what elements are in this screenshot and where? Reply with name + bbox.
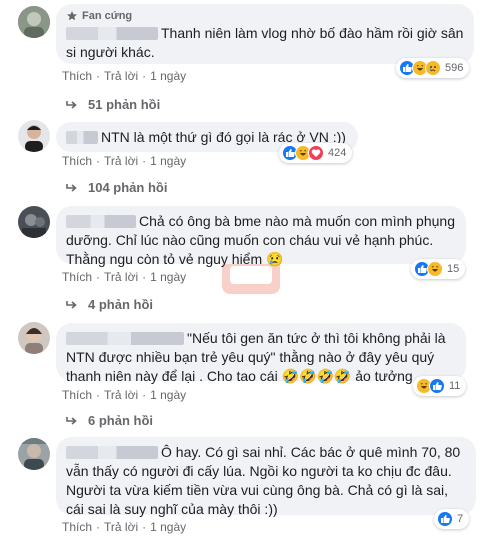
commenter-name-blurred[interactable] bbox=[66, 131, 98, 144]
replies-count: 6 phản hồi bbox=[88, 413, 153, 428]
commenter-name-blurred[interactable] bbox=[66, 27, 158, 40]
reaction-summary[interactable]: 424 bbox=[279, 143, 353, 163]
like-button[interactable]: Thích bbox=[62, 154, 92, 168]
like-reaction-icon bbox=[437, 511, 453, 527]
view-replies-link[interactable]: 104 phản hồi bbox=[66, 180, 167, 195]
reply-arrow-icon bbox=[66, 183, 77, 192]
comment-time: 1 ngày bbox=[150, 69, 187, 83]
reply-button[interactable]: Trả lời bbox=[104, 154, 138, 168]
love-reaction-icon bbox=[308, 145, 324, 161]
comment-time: 1 ngày bbox=[150, 154, 187, 168]
comment-actions: Thích · Trả lời · 1 ngày bbox=[62, 270, 187, 284]
view-replies-link[interactable]: 51 phản hồi bbox=[66, 97, 160, 112]
avatar-image-icon bbox=[18, 6, 50, 38]
comment-actions: Thích · Trả lời · 1 ngày bbox=[62, 69, 187, 83]
like-button[interactable]: Thích bbox=[62, 69, 92, 83]
comment-bubble: Ô hay. Có gì sai nhỉ. Các bác ở quê mình… bbox=[56, 437, 476, 517]
reaction-count: 7 bbox=[457, 513, 464, 525]
like-button[interactable]: Thích bbox=[62, 270, 92, 284]
commenter-name-blurred[interactable] bbox=[66, 215, 136, 228]
comment-bubble: Chả có ông bà bme nào mà muốn con mình p… bbox=[56, 206, 466, 267]
like-button[interactable]: Thích bbox=[62, 388, 92, 402]
reaction-count: 596 bbox=[445, 62, 464, 74]
reply-arrow-icon bbox=[66, 100, 77, 109]
avatar-image-icon bbox=[18, 438, 50, 470]
reaction-summary[interactable]: 7 bbox=[434, 509, 470, 529]
avatar[interactable] bbox=[18, 322, 50, 354]
comment-time: 1 ngày bbox=[150, 270, 187, 284]
view-replies-link[interactable]: 6 phản hồi bbox=[66, 413, 153, 428]
comment-bubble: "Nếu tôi gen ăn tức ở thì tôi không phải… bbox=[56, 323, 466, 384]
sad-reaction-icon bbox=[425, 60, 441, 76]
fan-badge: Fan cứng bbox=[66, 10, 464, 22]
comment-actions: Thích · Trả lời · 1 ngày bbox=[62, 154, 187, 168]
reaction-summary[interactable]: 15 bbox=[411, 259, 466, 279]
reaction-count: 424 bbox=[328, 147, 347, 159]
reply-arrow-icon bbox=[66, 300, 77, 309]
reply-button[interactable]: Trả lời bbox=[104, 270, 138, 284]
avatar[interactable] bbox=[18, 438, 50, 470]
reply-button[interactable]: Trả lời bbox=[104, 520, 138, 534]
avatar-image-icon bbox=[18, 206, 50, 238]
commenter-name-blurred[interactable] bbox=[66, 446, 158, 459]
comment-actions: Thích · Trả lời · 1 ngày bbox=[62, 388, 187, 402]
comment-bubble: Fan cứng Thanh niên làm vlog nhờ bố đào … bbox=[56, 4, 474, 64]
avatar-image-icon bbox=[18, 120, 50, 152]
reaction-summary[interactable]: 11 bbox=[413, 376, 467, 396]
like-button[interactable]: Thích bbox=[62, 520, 92, 534]
avatar[interactable] bbox=[18, 6, 50, 38]
avatar[interactable] bbox=[18, 120, 50, 152]
reaction-count: 11 bbox=[449, 380, 461, 392]
fan-badge-icon bbox=[67, 11, 77, 21]
reply-button[interactable]: Trả lời bbox=[104, 388, 138, 402]
replies-count: 104 phản hồi bbox=[88, 180, 168, 195]
comment-time: 1 ngày bbox=[150, 520, 187, 534]
replies-count: 51 phản hồi bbox=[88, 97, 161, 112]
commenter-name-blurred[interactable] bbox=[66, 332, 184, 345]
reply-arrow-icon bbox=[66, 416, 77, 425]
comment-time: 1 ngày bbox=[150, 388, 187, 402]
reply-button[interactable]: Trả lời bbox=[104, 69, 138, 83]
reaction-summary[interactable]: 596 bbox=[396, 58, 470, 78]
like-reaction-icon bbox=[429, 378, 445, 394]
avatar-image-icon bbox=[18, 322, 50, 354]
avatar[interactable] bbox=[18, 206, 50, 238]
comment-actions: Thích · Trả lời · 1 ngày bbox=[62, 520, 187, 534]
view-replies-link[interactable]: 4 phản hồi bbox=[66, 297, 153, 312]
reaction-count: 15 bbox=[447, 263, 460, 275]
haha-reaction-icon bbox=[427, 261, 443, 277]
replies-count: 4 phản hồi bbox=[88, 297, 153, 312]
fan-badge-label: Fan cứng bbox=[82, 10, 133, 22]
